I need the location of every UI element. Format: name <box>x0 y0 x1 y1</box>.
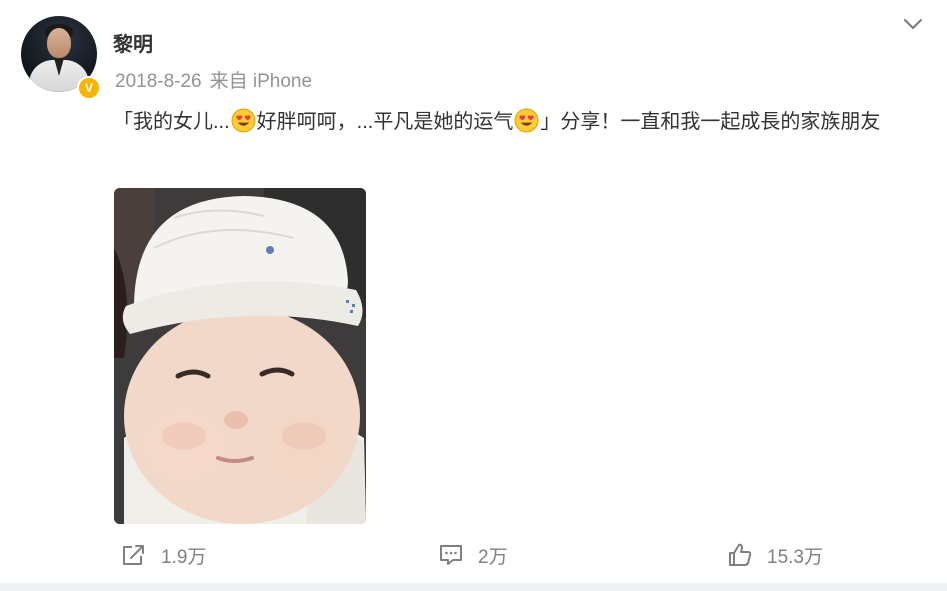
heart-eyes-emoji-icon <box>514 108 539 133</box>
post-text: 「我的女儿... 好胖呵呵，...平凡是她的运气 」分享！一直和我一起成長的家族… <box>113 104 923 141</box>
like-count: 15.3万 <box>767 546 823 568</box>
author-name[interactable]: 黎明 <box>113 28 153 57</box>
comment-icon <box>440 545 462 565</box>
share-button[interactable]: 1.9万 <box>121 540 206 570</box>
post-source: 来自 iPhone <box>209 71 313 92</box>
post-text-part2: 好胖呵呵，...平凡是她的运气 <box>256 111 514 133</box>
post-text-part1: 「我的女儿... <box>113 111 230 133</box>
share-icon <box>123 545 144 565</box>
post-date[interactable]: 2018-8-26 <box>115 71 202 92</box>
like-button[interactable]: 15.3万 <box>727 540 823 570</box>
thumbs-up-icon <box>729 543 752 566</box>
feed-divider <box>0 583 947 591</box>
share-count: 1.9万 <box>161 546 207 568</box>
weibo-post-card: V 黎明 2018-8-26 来自 iPhone 「我的女儿... 好胖呵呵，..… <box>0 0 947 583</box>
post-text-part3: 」分享！一直和我一起成長的家族朋友 <box>540 111 881 133</box>
verified-badge-icon: V <box>77 76 101 100</box>
comment-count: 2万 <box>478 546 508 568</box>
post-meta: 2018-8-26 来自 iPhone <box>115 66 312 93</box>
heart-eyes-emoji-icon <box>231 108 256 133</box>
comment-button[interactable]: 2万 <box>438 540 508 570</box>
post-photo[interactable] <box>114 188 366 524</box>
chevron-down-icon[interactable] <box>903 17 923 31</box>
baby-photo-image <box>114 188 366 524</box>
avatar-face <box>47 28 71 58</box>
